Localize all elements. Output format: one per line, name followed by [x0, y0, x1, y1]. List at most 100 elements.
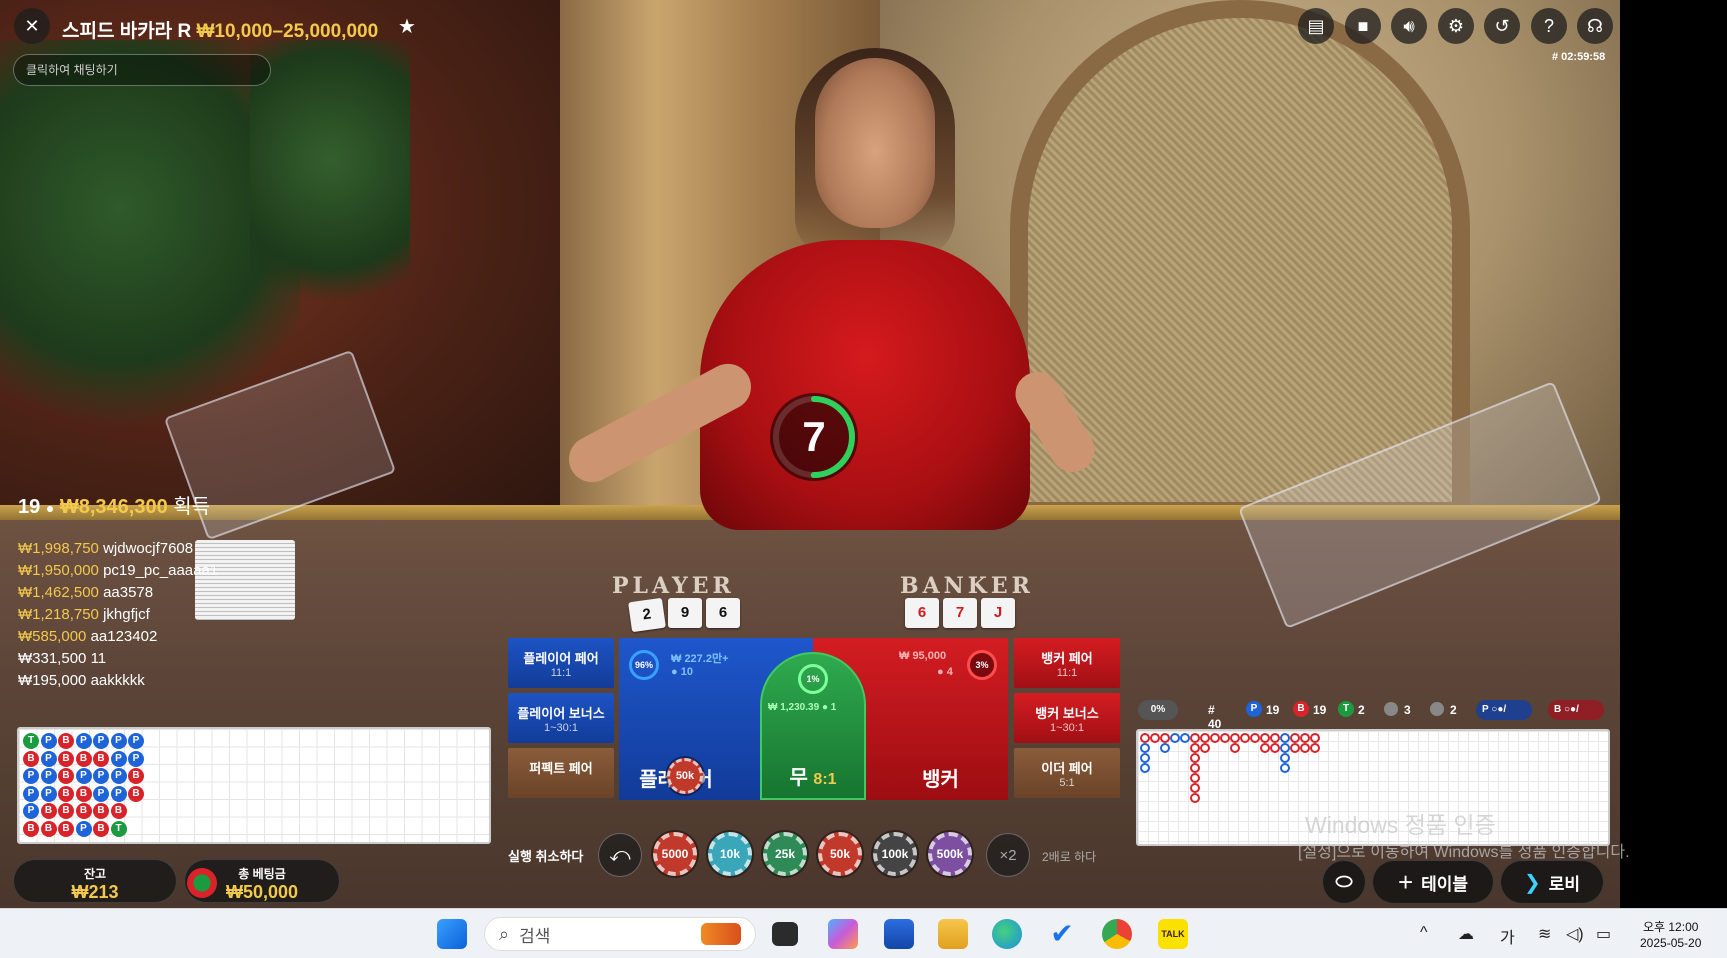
- close-button[interactable]: ✕: [14, 8, 50, 44]
- banker-predict-button[interactable]: B ○●/: [1548, 700, 1604, 720]
- battery-icon[interactable]: ▭: [1596, 924, 1611, 944]
- chat-toggle-button[interactable]: ▤: [1298, 8, 1334, 44]
- lobby-button[interactable]: ❯ 로비: [1500, 860, 1604, 904]
- balance-display: 잔고 ₩213: [13, 859, 177, 903]
- winner-count: 19: [18, 496, 41, 518]
- volume-icon[interactable]: ◁): [1566, 924, 1584, 944]
- player-pair-bet[interactable]: 플레이어 페어 11:1: [508, 638, 614, 688]
- bead-road-cell: P: [110, 785, 127, 802]
- either-pair-bet[interactable]: 이더 페어 5:1: [1014, 748, 1120, 798]
- chat-input[interactable]: [13, 54, 271, 86]
- chip-25k[interactable]: 25k: [763, 832, 807, 876]
- either-pair-label: 이더 페어: [1041, 761, 1093, 776]
- double-button[interactable]: ×2: [986, 833, 1030, 877]
- banker-pair-icon: [1430, 702, 1444, 716]
- player-pct: 96%: [629, 650, 659, 680]
- taskbar-search[interactable]: ⌕ 검색: [484, 917, 756, 951]
- bead-road-cell: P: [23, 785, 39, 802]
- copilot-icon[interactable]: [828, 919, 858, 949]
- big-road-cell: [1280, 743, 1290, 753]
- total-rounds: # 40: [1208, 703, 1222, 731]
- windows-taskbar: ⌕ 검색 ✔ TALK ^ ☁ 가 ≋ ◁) ▭ 오후 12:00 2025-0…: [0, 908, 1727, 958]
- sound-button[interactable]: 🔊︎: [1391, 8, 1427, 44]
- undo-button[interactable]: ⤺: [598, 833, 642, 877]
- banker-pairs: 2: [1450, 703, 1457, 717]
- onedrive-icon[interactable]: ☁: [1458, 924, 1474, 944]
- player-bonus-label: 플레이어 보너스: [517, 706, 605, 721]
- task-view-icon[interactable]: [772, 922, 798, 946]
- history-button[interactable]: ↺: [1484, 8, 1520, 44]
- tray-expand-icon[interactable]: ^: [1420, 924, 1428, 942]
- big-road-cell: [1230, 743, 1240, 753]
- chip-stack-icon: [187, 868, 217, 898]
- bead-road-cell: P: [93, 768, 109, 784]
- big-road-cell: [1200, 733, 1210, 743]
- dealer-head: [815, 58, 935, 228]
- video-toggle-button[interactable]: ■: [1345, 8, 1381, 44]
- view-mode-button[interactable]: ⬭: [1322, 860, 1366, 904]
- winner-name: wjdwocjf7608: [103, 540, 194, 557]
- banker-card: 6: [905, 598, 939, 628]
- winner-name: aakkkkk: [90, 672, 145, 689]
- winner-row: ₩331,500 11: [18, 650, 106, 667]
- search-icon: ⌕: [499, 923, 510, 944]
- chrome-icon[interactable]: [1102, 919, 1132, 949]
- wifi-icon[interactable]: ≋: [1538, 924, 1551, 944]
- chip-50k[interactable]: 50k: [818, 832, 862, 876]
- player-bet-amount: ₩ 227.2만+: [671, 653, 729, 665]
- banker-bonus-odds: 1~30:1: [1050, 722, 1084, 734]
- clock-date: 2025-05-20: [1640, 936, 1702, 950]
- winners-suffix: 획득: [173, 496, 211, 518]
- big-road-cell: [1290, 743, 1300, 753]
- table-button[interactable]: + 테이블: [1372, 860, 1494, 904]
- banker-bonus-bet[interactable]: 뱅커 보너스 1~30:1: [1014, 693, 1120, 743]
- todo-check-icon[interactable]: ✔: [1047, 919, 1077, 949]
- tie-wins-badge: T: [1338, 701, 1354, 717]
- bead-road-cell: B: [75, 803, 92, 819]
- bead-road-cell: B: [58, 785, 74, 802]
- bead-road-cell: P: [40, 750, 57, 767]
- big-road-cell: [1240, 733, 1250, 743]
- settings-button[interactable]: ⚙: [1438, 8, 1474, 44]
- chip-5000[interactable]: 5000: [653, 832, 697, 876]
- edge-browser-icon[interactable]: [992, 919, 1022, 949]
- chip-10k[interactable]: 10k: [708, 832, 752, 876]
- person-icon: ●: [821, 702, 828, 713]
- favorite-star-icon[interactable]: ★: [398, 14, 416, 39]
- bead-road-cell: B: [23, 820, 39, 837]
- file-explorer-icon[interactable]: [938, 919, 968, 949]
- bet-limits: ₩10,000–25,000,000: [196, 21, 379, 42]
- tie-wins: 2: [1358, 703, 1365, 717]
- bead-road[interactable]: TPBPPPPBPBBBPPPPBPPPBPPBBPPBPBBBBBBBBPBT: [17, 727, 491, 844]
- bead-road-cell: B: [58, 820, 74, 837]
- road-percent: 0%: [1138, 700, 1178, 720]
- speaker-icon: 🔊︎: [1403, 15, 1415, 36]
- banker-wins: 19: [1313, 703, 1327, 717]
- perfect-pair-bet[interactable]: 퍼펙트 페어: [508, 748, 614, 798]
- placed-chip: 50k: [667, 758, 703, 794]
- big-road-cell: [1200, 743, 1210, 753]
- chip-100k[interactable]: 100k: [873, 832, 917, 876]
- big-road-cell: [1250, 733, 1260, 743]
- taskbar-clock[interactable]: 오후 12:00 2025-05-20: [1640, 919, 1701, 951]
- big-road-cell: [1310, 733, 1320, 743]
- bead-road-cell: P: [110, 750, 127, 767]
- support-button[interactable]: ☊: [1577, 8, 1613, 44]
- chip-500k[interactable]: 500k: [928, 832, 972, 876]
- winner-row: ₩1,998,750 wjdwocjf7608: [18, 540, 193, 557]
- store-icon[interactable]: [884, 919, 914, 949]
- winner-amount: ₩331,500: [18, 650, 87, 667]
- big-road-cell: [1210, 733, 1220, 743]
- ime-indicator[interactable]: 가: [1500, 924, 1515, 948]
- player-predict-button[interactable]: P ○●/: [1476, 700, 1532, 720]
- help-button[interactable]: ?: [1531, 8, 1567, 44]
- banker-bettors: ● 4: [937, 666, 953, 678]
- kakaotalk-icon[interactable]: TALK: [1158, 919, 1188, 949]
- bead-road-cell: B: [40, 820, 57, 837]
- banker-pair-bet[interactable]: 뱅커 페어 11:1: [1014, 638, 1120, 688]
- windows-start-icon[interactable]: [437, 919, 467, 949]
- big-road-cell: [1290, 733, 1300, 743]
- tie-bet-area[interactable]: 1% ₩ 1,230.39 ● 1 무 8:1: [760, 652, 866, 800]
- undo-icon: ⤺: [609, 843, 631, 866]
- player-bonus-bet[interactable]: 플레이어 보너스 1~30:1: [508, 693, 614, 743]
